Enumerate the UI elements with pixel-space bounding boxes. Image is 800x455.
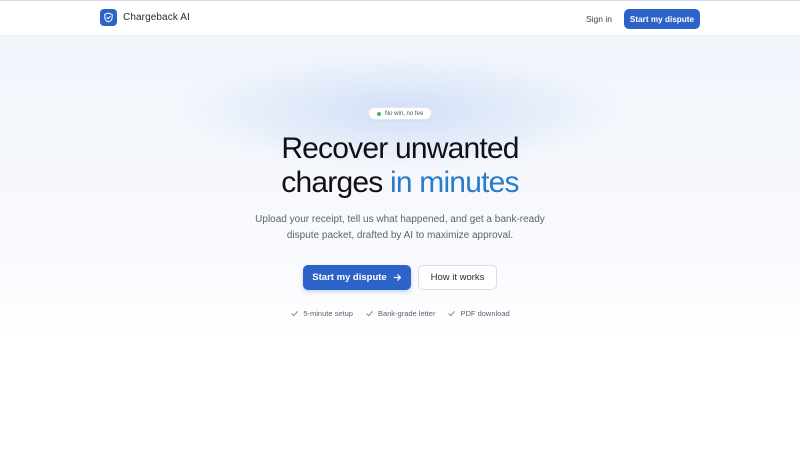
brand-name: Chargeback AI	[123, 12, 190, 23]
feature-label: PDF download	[460, 309, 510, 318]
feature-list: 5-minute setup Bank-grade letter PDF dow…	[0, 309, 800, 318]
brand-logo[interactable]: Chargeback AI	[100, 9, 190, 26]
feature-label: 5-minute setup	[303, 309, 353, 318]
start-dispute-label: Start my dispute	[312, 272, 387, 283]
hero-headline: Recover unwanted charges in minutes	[200, 132, 600, 200]
how-it-works-button[interactable]: How it works	[418, 265, 497, 290]
no-win-no-fee-badge: No win, no fee	[368, 107, 432, 120]
badge-label: No win, no fee	[384, 110, 424, 117]
check-icon	[365, 309, 374, 318]
feature-item: Bank-grade letter	[365, 309, 436, 318]
sign-in-link[interactable]: Sign in	[586, 14, 612, 24]
feature-item: 5-minute setup	[290, 309, 353, 318]
feature-label: Bank-grade letter	[377, 309, 436, 318]
page: Chargeback AI Sign in Start my dispute N…	[0, 0, 800, 455]
start-dispute-button[interactable]: Start my dispute	[303, 265, 411, 290]
check-icon	[447, 309, 456, 318]
shield-check-icon	[100, 9, 117, 26]
status-dot-icon	[376, 111, 381, 116]
nav-start-dispute-button[interactable]: Start my dispute	[624, 9, 700, 29]
feature-item: PDF download	[447, 309, 510, 318]
arrow-right-icon	[393, 273, 402, 282]
check-icon	[290, 309, 299, 318]
headline-line-1: Recover unwanted	[281, 132, 519, 165]
top-navbar: Chargeback AI Sign in Start my dispute	[0, 0, 800, 36]
headline-line-2-plain: charges	[281, 166, 383, 199]
headline-line-2-accent: in minutes	[389, 166, 520, 199]
hero-subtitle: Upload your receipt, tell us what happen…	[255, 214, 545, 241]
